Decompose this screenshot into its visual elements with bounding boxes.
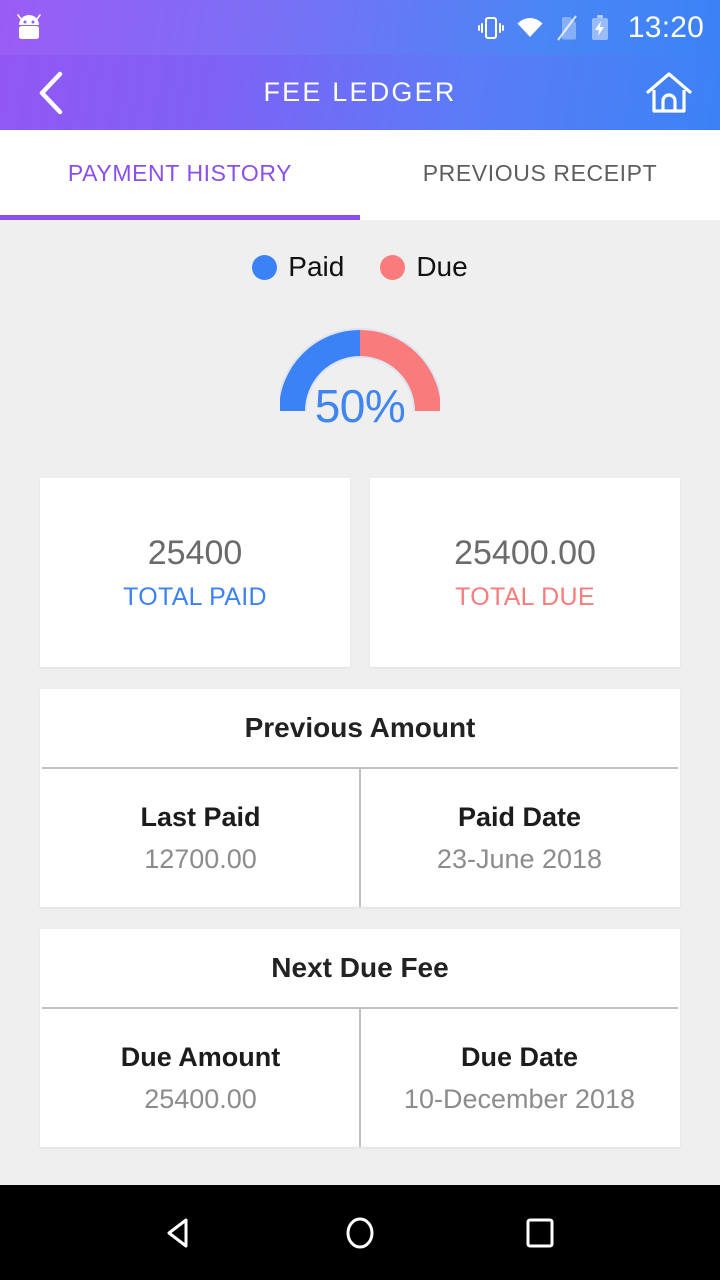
- phone-screen: 13:20 FEE LEDGER PAYMENT HISTORY PREVIOU…: [0, 0, 720, 1280]
- tab-bar: PAYMENT HISTORY PREVIOUS RECEIPT: [0, 130, 720, 220]
- gauge-chart-wrapper: 50%: [0, 327, 720, 439]
- due-date-label: Due Date: [460, 1041, 579, 1072]
- legend-label-due: Due: [416, 251, 468, 282]
- legend-dot-paid: [252, 254, 278, 280]
- total-due-label: TOTAL DUE: [455, 582, 595, 611]
- gauge-center-value: 50%: [314, 380, 406, 432]
- last-paid-column: Last Paid 12700.00: [42, 769, 359, 907]
- due-amount-value: 25400.00: [144, 1083, 257, 1114]
- wifi-icon: [516, 14, 544, 42]
- content-area: Paid Due 50% 25400 TOTAL PAID 25400.00 T…: [0, 220, 720, 1185]
- next-due-fee-section: Next Due Fee Due Amount 25400.00 Due Dat…: [40, 929, 680, 1147]
- status-bar: 13:20: [0, 0, 720, 55]
- previous-amount-title: Previous Amount: [244, 712, 476, 743]
- due-amount-column: Due Amount 25400.00: [42, 1009, 359, 1147]
- nav-back-button[interactable]: [145, 1198, 215, 1268]
- due-amount-label: Due Amount: [120, 1041, 281, 1072]
- due-date-column: Due Date 10-December 2018: [359, 1009, 678, 1147]
- tab-previous-receipt-label: PREVIOUS RECEIPT: [422, 159, 658, 186]
- app-bar: FEE LEDGER: [0, 55, 720, 130]
- total-due-value: 25400.00: [454, 533, 596, 572]
- previous-amount-body: Last Paid 12700.00 Paid Date 23-June 201…: [42, 767, 678, 907]
- nav-recents-button[interactable]: [505, 1198, 575, 1268]
- previous-amount-section: Previous Amount Last Paid 12700.00 Paid …: [40, 689, 680, 907]
- android-robot-icon: [16, 13, 42, 42]
- square-recents-icon: [526, 1218, 554, 1247]
- chevron-left-icon: [39, 71, 63, 114]
- next-due-fee-body: Due Amount 25400.00 Due Date 10-December…: [42, 1007, 678, 1147]
- chart-legend: Paid Due: [0, 220, 720, 283]
- total-paid-label: TOTAL PAID: [123, 582, 267, 611]
- tab-payment-history-label: PAYMENT HISTORY: [67, 159, 293, 186]
- paid-date-value: 23-June 2018: [436, 843, 603, 874]
- tab-previous-receipt[interactable]: PREVIOUS RECEIPT: [360, 130, 720, 220]
- paid-date-label: Paid Date: [457, 801, 582, 832]
- legend-label-paid: Paid: [288, 251, 345, 282]
- circle-home-icon: [346, 1217, 374, 1248]
- android-navigation-bar: [0, 1185, 720, 1280]
- home-icon: [646, 71, 692, 113]
- page-title: FEE LEDGER: [263, 77, 457, 107]
- due-date-value: 10-December 2018: [403, 1083, 636, 1114]
- paid-date-column: Paid Date 23-June 2018: [359, 769, 678, 907]
- status-bar-right: 13:20: [477, 10, 704, 45]
- battery-charging-icon: [590, 14, 610, 42]
- back-button[interactable]: [22, 64, 80, 122]
- nav-home-button[interactable]: [325, 1198, 395, 1268]
- home-button[interactable]: [640, 64, 698, 122]
- last-paid-value: 12700.00: [144, 843, 257, 874]
- triangle-back-icon: [167, 1218, 188, 1247]
- status-bar-clock: 13:20: [627, 10, 704, 44]
- no-sim-icon: [556, 14, 578, 42]
- totals-row: 25400 TOTAL PAID 25400.00 TOTAL DUE: [0, 478, 720, 667]
- legend-item-due: Due: [380, 251, 468, 283]
- last-paid-label: Last Paid: [140, 801, 261, 832]
- legend-item-paid: Paid: [252, 251, 344, 283]
- tab-payment-history[interactable]: PAYMENT HISTORY: [0, 130, 360, 220]
- legend-dot-due: [380, 254, 406, 280]
- total-due-card: 25400.00 TOTAL DUE: [370, 478, 680, 667]
- total-paid-value: 25400: [147, 533, 243, 572]
- vibrate-icon: [477, 14, 504, 42]
- total-paid-card: 25400 TOTAL PAID: [40, 478, 350, 667]
- status-bar-left: [16, 13, 42, 42]
- gauge-chart: 50%: [280, 327, 440, 432]
- next-due-fee-title: Next Due Fee: [271, 952, 449, 983]
